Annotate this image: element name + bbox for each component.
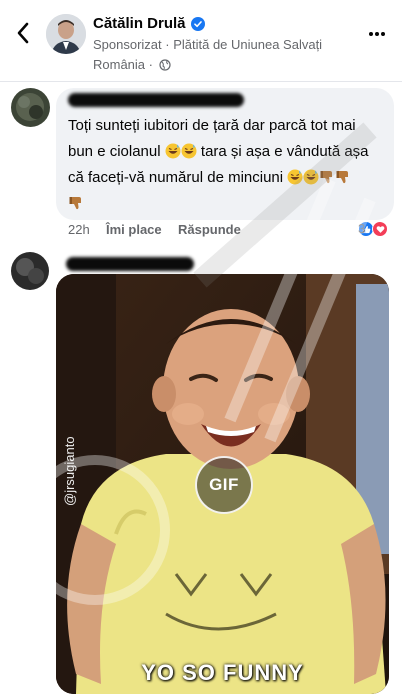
post-header-text: Cătălin Drulă Sponsorizat · Plătită de U… (93, 14, 353, 74)
like-button[interactable]: Îmi place (106, 222, 162, 237)
grinning-sweat-emoji (165, 143, 181, 159)
reply-button[interactable]: Răspunde (178, 222, 241, 237)
sponsored-line-1: Sponsorizat · Plătită de Uniunea Salvați (93, 37, 323, 52)
author-name[interactable]: Cătălin Drulă (93, 14, 186, 34)
gif-caption: YO SO FUNNY (141, 660, 304, 685)
comment-time: 22h (68, 222, 90, 237)
reaction-count: 3 (358, 221, 366, 236)
reaction-summary[interactable]: 3 (358, 221, 388, 237)
commenter-avatar-2[interactable] (11, 252, 49, 290)
post-header: Cătălin Drulă Sponsorizat · Plătită de U… (0, 0, 402, 82)
comment-line-3: că faceți-vă numărul de minciuni (68, 165, 388, 191)
comment-line-2b: tara și așa e vândută așa (200, 143, 369, 160)
globe-icon (158, 59, 171, 71)
sponsored-line-2: România · (93, 56, 353, 74)
comment-line-1: Toți sunteți iubitori de țară dar parcă … (68, 117, 356, 134)
comment-line-3-text: că faceți-vă numărul de minciuni (68, 169, 284, 186)
grinning-sweat-emoji (287, 169, 303, 185)
verified-badge-icon (190, 17, 205, 31)
commenter-name-redacted-1 (68, 93, 244, 107)
more-horizontal-icon[interactable] (364, 26, 390, 42)
comment-actions-1: 22h Îmi place Răspunde 3 (68, 221, 394, 240)
comment-line-2: bun e ciolanul tara și așa e vândută așa (68, 139, 388, 165)
gif-play-button[interactable]: GIF (195, 456, 253, 514)
thumbs-down-emoji (336, 171, 349, 184)
commenter-avatar-1[interactable] (11, 88, 50, 127)
gif-handle-watermark: @jrsugianto (62, 436, 77, 506)
comment-line-4 (68, 191, 388, 217)
grinning-sweat-emoji (303, 169, 319, 185)
author-avatar[interactable] (46, 14, 86, 54)
comment-text-1: Toți sunteți iubitori de țară dar parcă … (68, 113, 388, 217)
comment-line-2a: bun e ciolanul (68, 143, 161, 160)
grinning-sweat-emoji (181, 143, 197, 159)
thumbs-down-emoji (69, 197, 81, 210)
thumbs-down-emoji (320, 171, 333, 184)
chevron-left-icon[interactable] (10, 20, 36, 46)
commenter-name-redacted-2 (66, 257, 194, 271)
gif-play-label: GIF (209, 475, 239, 494)
sponsored-line-2-text: România · (93, 57, 153, 72)
love-icon (372, 221, 388, 237)
